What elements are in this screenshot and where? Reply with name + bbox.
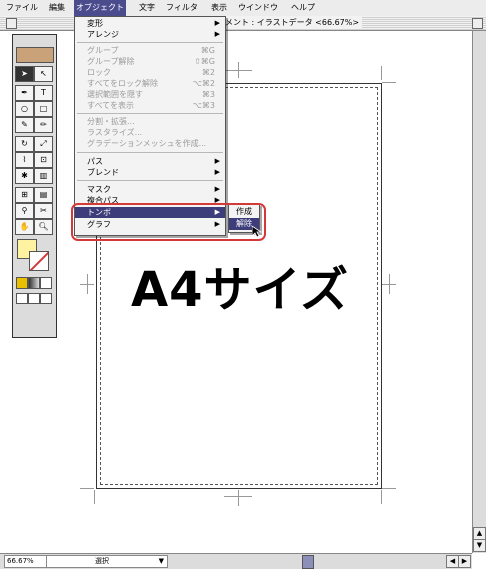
- crop-mark: [87, 274, 88, 294]
- zoom-field[interactable]: 66.67%: [4, 555, 48, 568]
- submenu-arrow-icon: ▶: [214, 168, 220, 176]
- menu-separator: [77, 180, 223, 181]
- menu-item-mask[interactable]: マスク ▶: [75, 184, 225, 195]
- zoom-box[interactable]: [472, 18, 483, 29]
- gradient-tool-icon[interactable]: ▤: [34, 187, 53, 203]
- menu-separator: [77, 42, 223, 43]
- ellipse-tool-icon[interactable]: ○: [15, 101, 34, 117]
- close-box[interactable]: [6, 18, 17, 29]
- scale-tool-icon[interactable]: ⤢: [34, 136, 53, 152]
- scroll-right-icon[interactable]: ▶: [458, 555, 471, 568]
- symbol-tool-icon[interactable]: ✱: [15, 168, 34, 184]
- crop-mark: [382, 488, 396, 489]
- pen-tool-icon[interactable]: ✒: [15, 85, 34, 101]
- menu-edit[interactable]: 編集: [47, 0, 67, 16]
- submenu-arrow-icon: ▶: [214, 19, 220, 27]
- menu-item-transform[interactable]: 変形 ▶: [75, 18, 225, 29]
- menu-item-lock[interactable]: ロック ⌘2: [75, 67, 225, 78]
- warp-tool-icon[interactable]: ⌇: [15, 152, 34, 168]
- rectangle-tool-icon[interactable]: □: [34, 101, 53, 117]
- brush-tool-icon[interactable]: ✎: [15, 117, 34, 133]
- submenu-arrow-icon: ▶: [214, 185, 220, 193]
- screen-mode-menubar-icon[interactable]: [28, 293, 40, 304]
- crop-mark: [94, 490, 95, 504]
- color-mode-icon[interactable]: [16, 277, 28, 289]
- menu-window[interactable]: ウインドウ: [236, 0, 280, 16]
- menu-filter[interactable]: フィルタ: [164, 0, 200, 16]
- menu-item-expand[interactable]: 分割・拡張...: [75, 116, 225, 127]
- artboard-text[interactable]: A4サイズ: [120, 250, 360, 320]
- menu-file[interactable]: ファイル: [4, 0, 40, 16]
- type-tool-icon[interactable]: T: [34, 85, 53, 101]
- status-select[interactable]: 選択 ▼: [46, 555, 168, 568]
- crop-mark: [382, 82, 396, 83]
- crop-mark: [238, 490, 239, 506]
- screen-mode-standard-icon[interactable]: [16, 293, 28, 304]
- scroll-down-icon[interactable]: ▼: [473, 539, 486, 552]
- menu-item-blend[interactable]: ブレンド ▶: [75, 167, 225, 178]
- selection-tool-icon[interactable]: ➤: [15, 66, 34, 82]
- screen-mode-full-icon[interactable]: [40, 293, 52, 304]
- rotate-tool-icon[interactable]: ↻: [15, 136, 34, 152]
- menu-separator: [77, 113, 223, 114]
- eyedropper-tool-icon[interactable]: ⚲: [15, 203, 34, 219]
- mesh-tool-icon[interactable]: ⊞: [15, 187, 34, 203]
- free-transform-tool-icon[interactable]: ⊡: [34, 152, 53, 168]
- menu-item-ungroup[interactable]: グループ解除 ⇧⌘G: [75, 56, 225, 67]
- chevron-down-icon: ▼: [158, 557, 164, 565]
- menu-item-path[interactable]: パス ▶: [75, 156, 225, 167]
- crop-mark: [381, 490, 382, 504]
- menu-item-create-gradient-mesh[interactable]: グラデーションメッシュを作成...: [75, 138, 225, 149]
- direct-selection-tool-icon[interactable]: ↖: [34, 66, 53, 82]
- stroke-swatch[interactable]: [29, 251, 49, 271]
- palette-logo: [16, 47, 54, 63]
- vertical-scrollbar[interactable]: ▲ ▼: [472, 31, 486, 553]
- submenu-arrow-icon: ▶: [214, 30, 220, 38]
- menu-item-rasterize[interactable]: ラスタライズ...: [75, 127, 225, 138]
- menu-item-arrange[interactable]: アレンジ ▶: [75, 29, 225, 40]
- menu-item-unlock-all[interactable]: すべてをロック解除 ⌥⌘2: [75, 78, 225, 89]
- tool-palette: ➤ ↖ ✒ T ○ □ ✎ ✏ ↻ ⤢ ⌇ ⊡ ✱ ▥ ⊞ ▤ ⚲ ✂ ✋ 🔍︎: [12, 34, 57, 338]
- crop-mark: [238, 62, 239, 78]
- menu-help[interactable]: ヘルプ: [289, 0, 317, 16]
- submenu-arrow-icon: ▶: [214, 157, 220, 165]
- status-label: 選択: [95, 557, 109, 565]
- pencil-tool-icon[interactable]: ✏: [34, 117, 53, 133]
- zoom-tool-icon[interactable]: 🔍︎: [34, 219, 53, 235]
- menu-item-hide-selection[interactable]: 選択範囲を隠す ⌘3: [75, 89, 225, 100]
- graph-tool-icon[interactable]: ▥: [34, 168, 53, 184]
- menu-item-group[interactable]: グループ ⌘G: [75, 45, 225, 56]
- menu-bar: ファイル 編集 オブジェクト 文字 フィルタ 表示 ウインドウ ヘルプ: [0, 0, 486, 17]
- highlight-callout: [71, 203, 266, 241]
- scroll-thumb[interactable]: [302, 555, 314, 569]
- menu-item-show-all[interactable]: すべてを表示 ⌥⌘3: [75, 100, 225, 111]
- crop-mark: [381, 66, 382, 80]
- scissors-tool-icon[interactable]: ✂: [34, 203, 53, 219]
- gradient-mode-icon[interactable]: [28, 277, 40, 289]
- menu-view[interactable]: 表示: [209, 0, 229, 16]
- menu-type[interactable]: 文字: [137, 0, 157, 16]
- menu-separator: [77, 152, 223, 153]
- menu-object[interactable]: オブジェクト: [74, 0, 126, 16]
- hand-tool-icon[interactable]: ✋: [15, 219, 34, 235]
- crop-mark: [389, 274, 390, 294]
- crop-mark: [80, 488, 94, 489]
- none-mode-icon[interactable]: [40, 277, 52, 289]
